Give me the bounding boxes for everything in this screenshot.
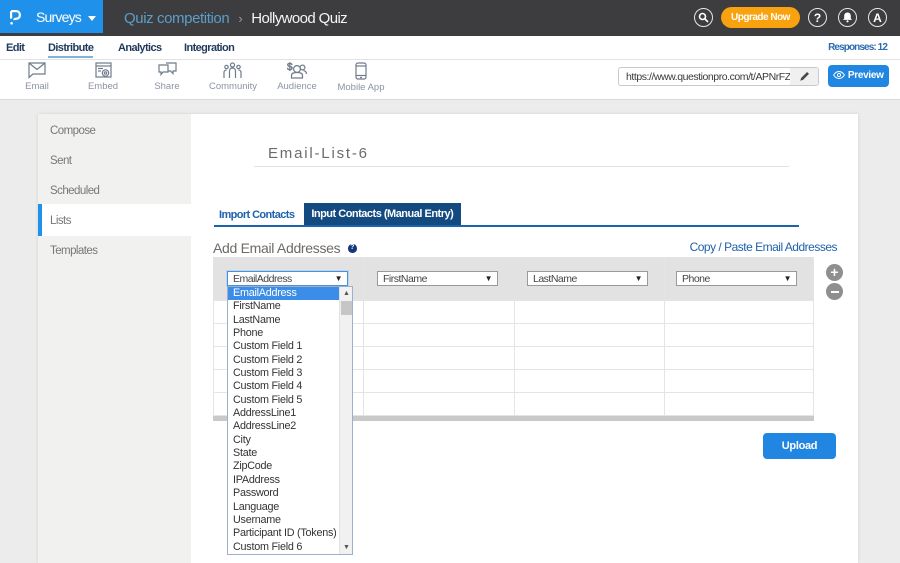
- svg-text:$: $: [287, 62, 293, 73]
